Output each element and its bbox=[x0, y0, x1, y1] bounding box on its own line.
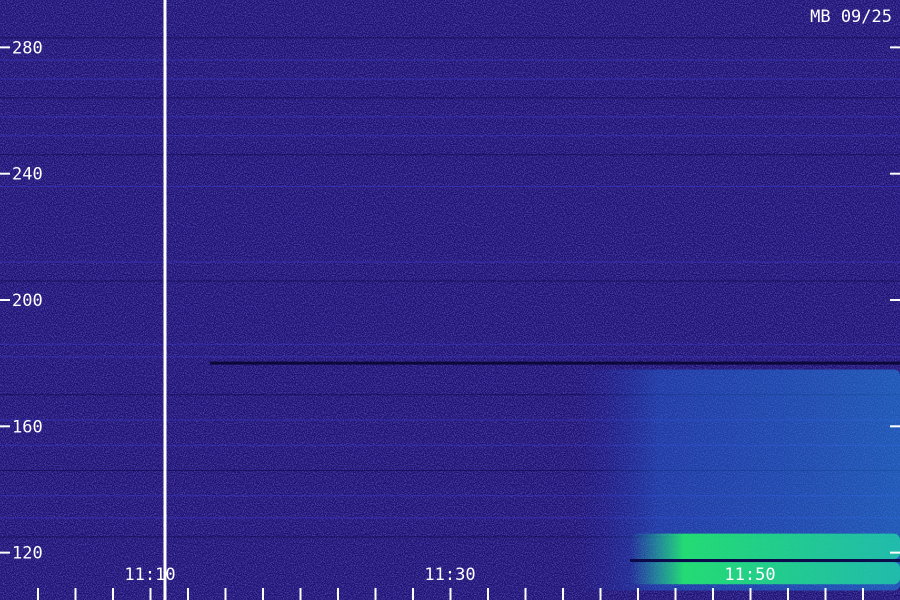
station-label: MB 09/25 bbox=[810, 7, 892, 27]
x-tick-label: 11:50 bbox=[724, 565, 775, 585]
x-tick-label: 11:30 bbox=[424, 565, 475, 585]
y-tick-label: 240 bbox=[12, 165, 43, 185]
x-tick-label: 11:10 bbox=[124, 565, 175, 585]
y-tick-label: 160 bbox=[12, 417, 43, 437]
spectrogram-chart: 120 160 200 240 280 11:10 11:30 11:50 MB 09/25 bbox=[0, 0, 900, 600]
y-tick-label: 120 bbox=[12, 544, 43, 564]
y-tick-label: 280 bbox=[12, 38, 43, 58]
spectrogram-svg: 120 160 200 240 280 11:10 11:30 11:50 MB 09/25 bbox=[0, 0, 900, 600]
emission-regions bbox=[577, 369, 900, 591]
y-tick-label: 200 bbox=[12, 291, 43, 311]
emission-region bbox=[630, 533, 900, 559]
